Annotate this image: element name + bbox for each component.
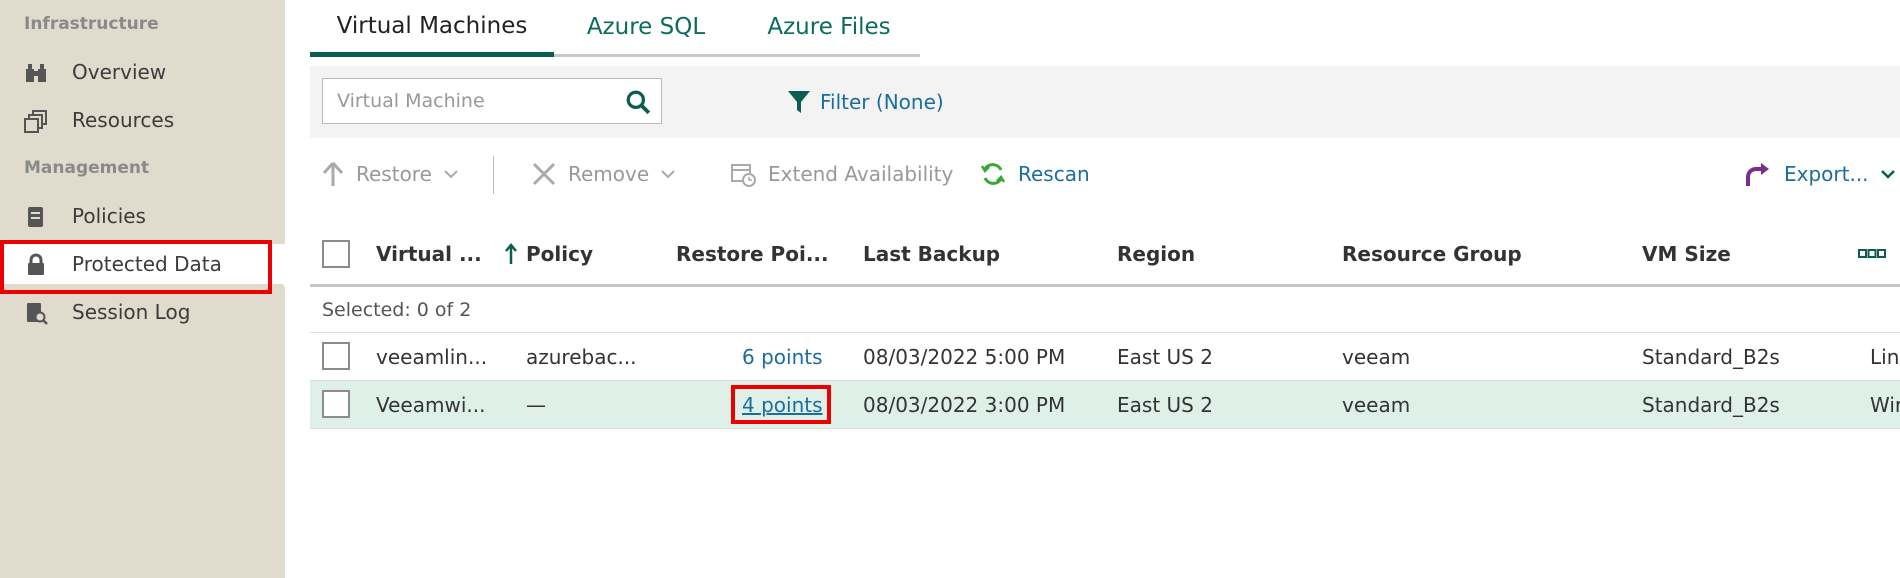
cell-os: Lin <box>1870 344 1900 369</box>
tab-azure-sql[interactable]: Azure SQL <box>554 0 738 54</box>
sidebar-item-label: Session Log <box>72 300 191 324</box>
restore-points-link[interactable]: 6 points <box>742 333 823 380</box>
restore-points-link[interactable]: 4 points <box>742 381 823 428</box>
archive-clock-icon <box>731 164 756 187</box>
export-label: Export... <box>1784 162 1869 186</box>
search-bar: Filter (None) <box>310 66 1900 138</box>
sidebar-item-protected-data[interactable]: Protected Data <box>0 244 285 284</box>
close-icon <box>532 162 556 186</box>
select-all-checkbox[interactable] <box>322 240 350 268</box>
search-icon[interactable] <box>625 89 651 115</box>
column-last-backup[interactable]: Last Backup <box>863 224 1000 284</box>
remove-button[interactable]: Remove <box>532 156 675 192</box>
lock-icon <box>28 253 44 275</box>
export-button[interactable]: Export... <box>1744 156 1895 192</box>
cell-vm-size: Standard_B2s <box>1642 392 1780 417</box>
cell-resource-group: veeam <box>1342 344 1411 369</box>
restore-label: Restore <box>356 162 432 186</box>
column-label: Virtual ... <box>376 242 482 266</box>
column-vm-size[interactable]: VM Size <box>1642 224 1731 284</box>
active-notch <box>273 243 287 291</box>
remove-label: Remove <box>568 162 650 186</box>
rescan-icon <box>980 163 1006 185</box>
cell-last-backup: 08/03/2022 5:00 PM <box>863 344 1066 369</box>
extend-availability-label: Extend Availability <box>768 162 954 186</box>
share-arrow-icon <box>1746 163 1769 186</box>
row-checkbox[interactable] <box>322 342 350 370</box>
session-log-icon <box>27 303 48 325</box>
column-policy[interactable]: Policy <box>526 224 593 284</box>
filter-icon <box>788 91 810 113</box>
extend-availability-button[interactable]: Extend Availability <box>730 156 953 192</box>
table-row[interactable]: veeamlin... azurebac... 6 points 08/03/2… <box>310 333 1900 381</box>
tab-bar: Virtual Machines Azure SQL Azure Files <box>310 0 920 57</box>
column-restore-points[interactable]: Restore Poi... <box>676 224 829 284</box>
cell-vm-size: Standard_B2s <box>1642 344 1780 369</box>
chevron-down-icon <box>444 170 458 179</box>
cell-name: Veeamwi... <box>376 392 486 417</box>
selection-summary: Selected: 0 of 2 <box>310 287 1900 333</box>
arrow-up-icon <box>322 161 344 186</box>
row-checkbox[interactable] <box>322 390 350 418</box>
sort-ascending-icon[interactable] <box>504 243 518 265</box>
table-header: Virtual ... Policy Restore Poi... Last B… <box>310 224 1900 287</box>
column-region[interactable]: Region <box>1117 224 1195 284</box>
chevron-down-icon <box>1880 170 1895 179</box>
tab-virtual-machines[interactable]: Virtual Machines <box>310 0 554 57</box>
table-row[interactable]: Veeamwi... — 4 points 08/03/2022 3:00 PM… <box>310 381 1900 429</box>
cell-policy: — <box>526 392 546 417</box>
search-box <box>322 78 662 124</box>
filter-label: Filter (None) <box>820 90 944 114</box>
sidebar-item-label: Policies <box>72 204 146 228</box>
policies-icon <box>28 207 43 227</box>
rescan-button[interactable]: Rescan <box>980 156 1090 192</box>
sidebar-item-policies[interactable]: Policies <box>0 196 285 236</box>
section-management: Management <box>24 158 150 178</box>
cell-last-backup: 08/03/2022 3:00 PM <box>863 392 1066 417</box>
resources-icon <box>24 110 47 133</box>
cell-policy: azurebac... <box>526 344 637 369</box>
filter-button[interactable]: Filter (None) <box>788 84 944 120</box>
toolbar-divider <box>493 156 494 194</box>
tab-azure-files[interactable]: Azure Files <box>738 0 920 54</box>
cell-os: Wir <box>1870 392 1900 417</box>
cell-region: East US 2 <box>1117 344 1213 369</box>
cell-name: veeamlin... <box>376 344 488 369</box>
column-chooser-icon[interactable] <box>1858 248 1886 260</box>
sidebar-item-overview[interactable]: Overview <box>0 52 285 92</box>
sidebar-item-label: Protected Data <box>72 252 222 276</box>
search-input[interactable] <box>335 89 609 113</box>
cell-region: East US 2 <box>1117 392 1213 417</box>
selected-count: Selected: 0 of 2 <box>322 298 472 321</box>
binoculars-icon <box>26 64 46 82</box>
column-resource-group[interactable]: Resource Group <box>1342 224 1522 284</box>
rescan-label: Rescan <box>1018 162 1090 186</box>
sidebar-item-resources[interactable]: Resources <box>0 100 285 140</box>
cell-resource-group: veeam <box>1342 392 1411 417</box>
chevron-down-icon <box>661 170 675 179</box>
sidebar-item-label: Resources <box>72 108 175 132</box>
restore-button[interactable]: Restore <box>322 156 458 192</box>
sidebar: Infrastructure Overview Resources Manage… <box>0 0 285 578</box>
sidebar-item-session-log[interactable]: Session Log <box>0 292 285 332</box>
section-infrastructure: Infrastructure <box>24 14 159 34</box>
sidebar-item-label: Overview <box>72 60 167 84</box>
column-virtual-machine[interactable]: Virtual ... <box>376 224 518 284</box>
